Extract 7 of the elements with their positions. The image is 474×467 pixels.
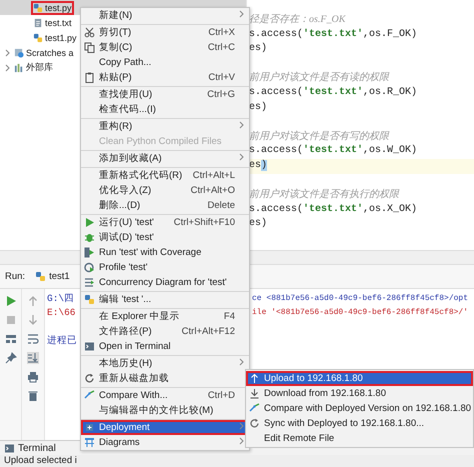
status-text: Upload selected i xyxy=(0,455,474,467)
console-text: ile '<881b7e56-a5d0-49c9-bef6-286ff8f45cf8>/' xyxy=(251,307,468,319)
run-label: Run: xyxy=(5,271,26,282)
console-text: 进程已 xyxy=(46,334,77,348)
console-text: E:\66 xyxy=(46,306,76,320)
console-text: ce <881b7e56-a5d0-49c9-bef6-286ff8f45cf8>/opt xyxy=(251,293,468,305)
console-text: G:\四 xyxy=(46,292,74,306)
